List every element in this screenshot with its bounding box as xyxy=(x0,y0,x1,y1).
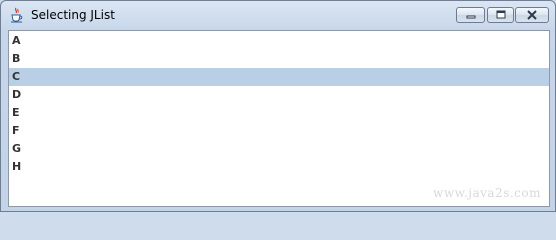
app-window: Selecting JList ABCDEFGH www.java2s.com xyxy=(0,0,556,212)
list-item[interactable]: B xyxy=(9,50,549,68)
jlist[interactable]: ABCDEFGH xyxy=(9,31,549,206)
list-item[interactable]: D xyxy=(9,86,549,104)
minimize-button[interactable] xyxy=(456,7,485,23)
maximize-button[interactable] xyxy=(487,7,514,23)
list-item[interactable]: E xyxy=(9,104,549,122)
close-button[interactable] xyxy=(515,7,549,23)
list-item[interactable]: F xyxy=(9,122,549,140)
title-bar[interactable]: Selecting JList xyxy=(1,1,555,29)
window-title: Selecting JList xyxy=(31,8,115,22)
java-cup-icon xyxy=(9,7,25,23)
list-item[interactable]: G xyxy=(9,140,549,158)
list-panel: ABCDEFGH www.java2s.com xyxy=(8,30,550,207)
watermark: www.java2s.com xyxy=(433,186,541,200)
list-item[interactable]: A xyxy=(9,32,549,50)
list-item[interactable]: C xyxy=(9,68,549,86)
list-item[interactable]: H xyxy=(9,158,549,176)
